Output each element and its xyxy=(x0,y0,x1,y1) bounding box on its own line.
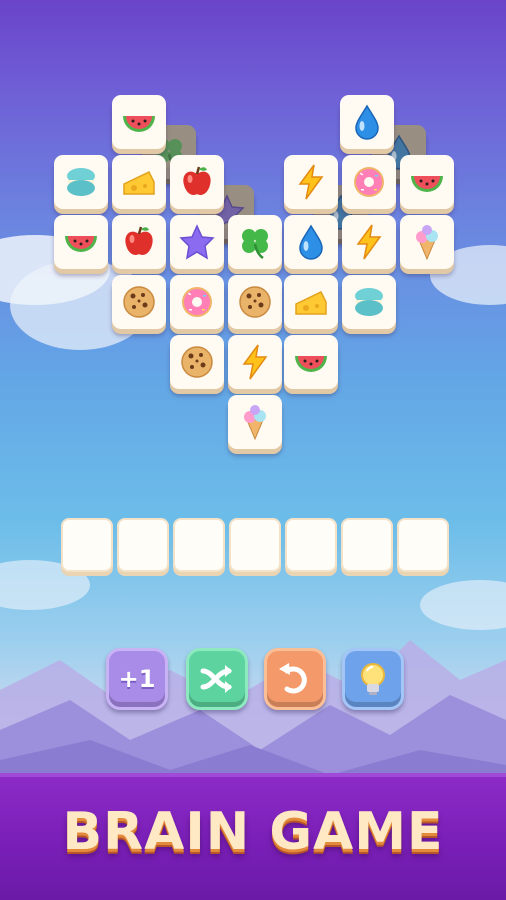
cookie-icon xyxy=(123,286,155,318)
ice-cream-icon xyxy=(244,405,266,441)
tray-slot xyxy=(61,518,113,572)
lightning-icon xyxy=(298,164,324,200)
tray-slot xyxy=(229,518,281,572)
tile-ice-cream[interactable] xyxy=(228,395,282,449)
tile-cookie[interactable] xyxy=(112,275,166,329)
tile-clover[interactable] xyxy=(228,215,282,269)
tile-apple[interactable] xyxy=(112,215,166,269)
tile-cookie[interactable] xyxy=(228,275,282,329)
shuffle-button[interactable] xyxy=(186,648,248,710)
tile-lightning[interactable] xyxy=(284,155,338,209)
star-icon xyxy=(179,224,215,260)
cheese-icon xyxy=(123,171,155,195)
undo-button[interactable] xyxy=(264,648,326,710)
lightning-icon xyxy=(356,224,382,260)
apple-icon xyxy=(125,226,153,255)
tile-watermelon[interactable] xyxy=(400,155,454,209)
tile-ice-cream[interactable] xyxy=(400,215,454,269)
watermelon-icon xyxy=(65,236,97,252)
cheese-icon xyxy=(295,291,327,315)
apple-icon xyxy=(183,166,211,195)
tray-slot xyxy=(117,518,169,572)
clover-icon xyxy=(242,229,268,260)
tile-cheese[interactable] xyxy=(112,155,166,209)
plus-one-label: +1 xyxy=(118,665,156,693)
cookie-icon xyxy=(181,346,213,378)
tile-lightning[interactable] xyxy=(228,335,282,389)
tile-lightning[interactable] xyxy=(342,215,396,269)
hint-button[interactable] xyxy=(342,648,404,710)
tray-slot xyxy=(285,518,337,572)
watermelon-icon xyxy=(411,176,443,192)
macaron-icon xyxy=(355,288,383,316)
tile-macaron[interactable] xyxy=(342,275,396,329)
tile-cookie[interactable] xyxy=(170,335,224,389)
tile-water-drop[interactable] xyxy=(284,215,338,269)
tile-cheese[interactable] xyxy=(284,275,338,329)
game-title: BRAIN GAME xyxy=(62,802,444,862)
undo-arrow-icon xyxy=(279,663,307,694)
tile-water-drop[interactable] xyxy=(340,95,394,149)
game-background: +1 BRAIN GAME xyxy=(0,0,506,900)
tile-watermelon[interactable] xyxy=(284,335,338,389)
donut-icon xyxy=(354,167,384,197)
ice-cream-icon xyxy=(416,225,438,261)
watermelon-icon xyxy=(295,356,327,372)
donut-icon xyxy=(182,287,212,317)
tray-slot xyxy=(173,518,225,572)
tile-macaron[interactable] xyxy=(54,155,108,209)
add-slot-button[interactable]: +1 xyxy=(106,648,168,710)
tray-slot xyxy=(397,518,449,572)
macaron-icon xyxy=(67,168,95,196)
tile-board xyxy=(0,0,506,560)
tile-watermelon[interactable] xyxy=(112,95,166,149)
tile-star[interactable] xyxy=(170,215,224,269)
lightning-icon xyxy=(242,344,268,380)
tile-apple[interactable] xyxy=(170,155,224,209)
tile-donut[interactable] xyxy=(342,155,396,209)
cookie-icon xyxy=(239,286,271,318)
tile-donut[interactable] xyxy=(170,275,224,329)
water-drop-icon xyxy=(299,224,323,260)
tile-watermelon[interactable] xyxy=(54,215,108,269)
lightbulb-icon xyxy=(361,663,385,695)
mountains xyxy=(0,640,506,800)
watermelon-icon xyxy=(123,116,155,132)
water-drop-icon xyxy=(355,104,379,140)
tray-slot xyxy=(341,518,393,572)
shuffle-arrows-icon xyxy=(200,665,232,693)
